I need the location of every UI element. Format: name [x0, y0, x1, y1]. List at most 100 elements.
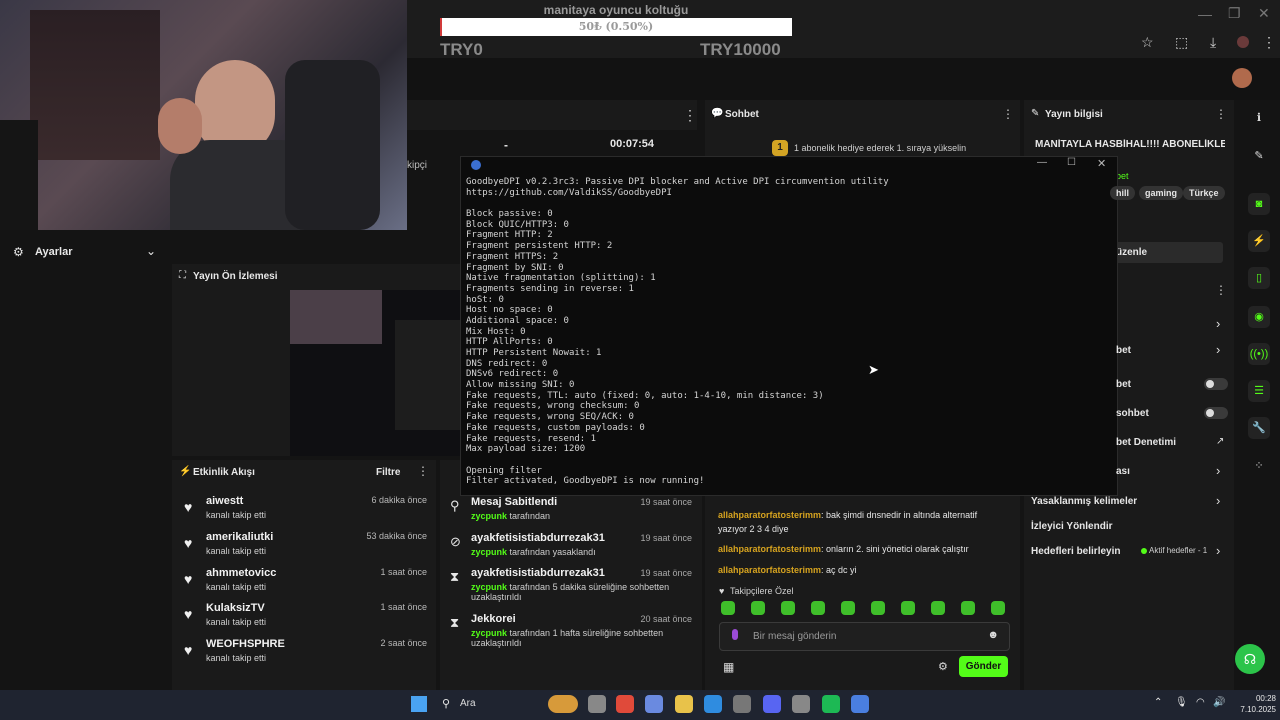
gift-banner[interactable]: 1 abonelik hediye ederek 1. sıraya yükse…	[794, 143, 966, 153]
edit-stream-button[interactable]: üzenle	[1110, 242, 1223, 263]
phone-icon[interactable]: ▯	[1248, 267, 1270, 289]
modlog-moderator[interactable]: zycpunk	[471, 547, 507, 557]
emote-icon[interactable]	[901, 601, 915, 615]
minimize-icon[interactable]: —	[1198, 6, 1212, 22]
stream-setting-label[interactable]: Hedefleri belirleyin	[1031, 546, 1120, 557]
emote-icon[interactable]	[751, 601, 765, 615]
stream-setting-label[interactable]: ası	[1116, 466, 1130, 477]
activity-item[interactable]: ♥ WEOFHSPHRE kanalı takip etti 2 saat önce	[180, 638, 435, 672]
close-icon[interactable]: ✕	[1258, 5, 1270, 22]
info-icon[interactable]: ℹ	[1248, 107, 1270, 129]
widget-icon[interactable]	[548, 695, 578, 713]
console-minimize-icon[interactable]: —	[1037, 157, 1047, 168]
activity-item[interactable]: ♥ aiwestt kanalı takip etti 6 dakika önce	[180, 495, 435, 529]
tray-chevron-icon[interactable]: ⌃	[1154, 697, 1162, 708]
tray-mic-icon[interactable]: 🎙	[1175, 697, 1188, 708]
stream-tag[interactable]: Türkçe	[1183, 186, 1225, 200]
modlog-moderator[interactable]: zycpunk	[471, 582, 507, 592]
discord-icon[interactable]	[763, 695, 781, 713]
camera-icon[interactable]: ◙	[1248, 193, 1270, 215]
maximize-icon[interactable]: ❐	[1228, 5, 1241, 22]
console-maximize-icon[interactable]: ☐	[1067, 157, 1076, 168]
emote-icon[interactable]	[931, 601, 945, 615]
stream-info-menu-icon[interactable]: ⋮	[1215, 107, 1227, 121]
lightning-icon[interactable]: ⚡	[1248, 230, 1270, 252]
chat-menu-icon[interactable]: ⋮	[1002, 107, 1014, 121]
chat-message[interactable]: allahparatorfatosterimm: aç dc yi	[718, 563, 1008, 577]
toggle-switch[interactable]	[1204, 378, 1228, 390]
settings-icon[interactable]	[792, 695, 810, 713]
modlog-moderator[interactable]: zycpunk	[471, 628, 507, 638]
store-icon[interactable]: ▦	[723, 660, 734, 674]
tray-volume-icon[interactable]: 🔊	[1213, 697, 1225, 708]
stream-setting-label[interactable]: İzleyici Yönlendir	[1031, 521, 1113, 532]
emote-icon[interactable]	[721, 601, 735, 615]
external-link-icon[interactable]: ↗	[1216, 436, 1224, 447]
user-avatar[interactable]	[1232, 68, 1252, 88]
modlog-item[interactable]: ⚲ Mesaj Sabitlendi 19 saat önce zycpunk tar…	[446, 496, 698, 532]
chevron-right-icon[interactable]: ›	[1216, 342, 1220, 357]
taskbar-time[interactable]: 00:28	[1232, 694, 1276, 703]
stream-menu-icon[interactable]: ⋮	[683, 107, 697, 124]
stream-setting-label[interactable]: Yasaklanmış kelimeler	[1031, 496, 1137, 507]
activity-filter-button[interactable]: Filtre	[376, 467, 400, 478]
toggle-switch[interactable]	[1204, 407, 1228, 419]
modlog-item[interactable]: ⧗ ayakfetisistiabdurrezak31 19 saat önce zy…	[446, 567, 698, 603]
spotify-icon[interactable]	[822, 695, 840, 713]
chevron-right-icon[interactable]: ›	[1216, 543, 1220, 558]
store-icon[interactable]	[733, 695, 751, 713]
browser-menu-icon[interactable]: ⋮	[1262, 34, 1276, 51]
emote-icon[interactable]	[991, 601, 1005, 615]
chat-input[interactable]: Bir mesaj gönderin ☻	[719, 622, 1010, 651]
stream-setting-label[interactable]: bet Denetimi	[1116, 437, 1176, 448]
chat-username[interactable]: allahparatorfatosterimm	[718, 565, 821, 575]
download-icon[interactable]: ⤓	[1210, 34, 1216, 51]
mic-icon[interactable]	[732, 629, 738, 640]
activity-item[interactable]: ♥ KulaksizTV kanalı takip etti 1 saat önce	[180, 602, 435, 636]
profile-icon[interactable]	[1237, 36, 1249, 48]
windows-start-icon[interactable]	[411, 696, 427, 712]
activity-item[interactable]: ♥ amerikaliutki kanalı takip etti 53 dakika…	[180, 531, 435, 565]
preview-thumbnail[interactable]	[290, 290, 462, 456]
support-chat-button[interactable]: ☊	[1235, 644, 1265, 674]
modlog-item[interactable]: ⧗ Jekkorei 20 saat önce zycpunk tarafından …	[446, 613, 698, 649]
chat-username[interactable]: allahparatorfatosterimm	[718, 544, 821, 554]
emote-icon[interactable]	[841, 601, 855, 615]
stream-setting-label[interactable]: sohbet	[1116, 408, 1149, 419]
bookmark-star-icon[interactable]: ☆	[1141, 34, 1154, 51]
emoji-icon[interactable]: ☻	[987, 629, 999, 641]
chevron-right-icon[interactable]: ›	[1216, 463, 1220, 478]
settings-menu-icon[interactable]: ⋮	[1215, 283, 1227, 297]
modlog-moderator[interactable]: zycpunk	[471, 511, 507, 521]
extensions-icon[interactable]: ⬚	[1175, 34, 1188, 51]
chrome-icon[interactable]	[616, 695, 634, 713]
stream-tag[interactable]: hill	[1110, 186, 1135, 200]
activity-item[interactable]: ♥ ahmmetovicc kanalı takip etti 1 saat önce	[180, 567, 435, 601]
copilot-icon[interactable]	[645, 695, 663, 713]
edge-icon[interactable]	[704, 695, 722, 713]
wrench-icon[interactable]: 🔧	[1248, 417, 1270, 439]
emote-icon[interactable]	[811, 601, 825, 615]
stream-setting-label[interactable]: bet	[1116, 345, 1131, 356]
taskbar-date[interactable]: 7.10.2025	[1232, 705, 1276, 714]
broadcast-icon[interactable]: ((•))	[1248, 343, 1270, 365]
chat-username[interactable]: allahparatorfatosterimm	[718, 510, 821, 520]
file-explorer-icon[interactable]	[675, 695, 693, 713]
pencil-icon[interactable]: ✎	[1248, 145, 1270, 167]
chat-message[interactable]: allahparatorfatosterimm: onların 2. sini…	[718, 542, 1008, 556]
emote-icon[interactable]	[961, 601, 975, 615]
goodbyedpi-icon[interactable]	[851, 695, 869, 713]
tray-wifi-icon[interactable]: ◠	[1196, 697, 1205, 708]
console-window[interactable]: — ☐ ✕ GoodbyeDPI v0.2.3rc3: Passive DPI …	[460, 156, 1118, 496]
activity-menu-icon[interactable]: ⋮	[417, 464, 429, 478]
dots-icon[interactable]: ⁘	[1248, 455, 1270, 477]
chevron-right-icon[interactable]: ›	[1216, 493, 1220, 508]
chat-message[interactable]: allahparatorfatosterimm: bak şimdi dnsne…	[718, 508, 1008, 536]
stream-tag[interactable]: gaming	[1139, 186, 1184, 200]
list-icon[interactable]: ☰	[1248, 380, 1270, 402]
console-close-icon[interactable]: ✕	[1097, 157, 1106, 170]
task-view-icon[interactable]	[588, 695, 606, 713]
emote-icon[interactable]	[781, 601, 795, 615]
stream-setting-label[interactable]: bet	[1116, 379, 1131, 390]
emote-icon[interactable]	[871, 601, 885, 615]
